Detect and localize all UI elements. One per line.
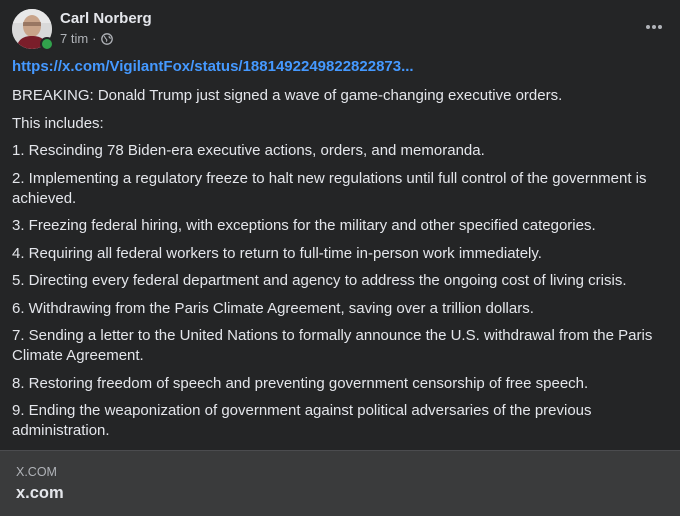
- list-item: 2. Implementing a regulatory freeze to h…: [12, 169, 647, 207]
- list-item: 3. Freezing federal hiring, with excepti…: [12, 217, 596, 234]
- post-paragraph: BREAKING: Donald Trump just signed a wav…: [12, 87, 563, 104]
- link-card-domain: X.COM: [16, 465, 57, 479]
- post-link[interactable]: https://x.com/VigilantFox/status/1881492…: [12, 57, 657, 77]
- globe-icon[interactable]: [100, 32, 113, 45]
- post-paragraph: This includes:: [12, 114, 104, 132]
- meta-separator: ·: [92, 31, 97, 46]
- list-item: 8. Restoring freedom of speech and preve…: [12, 374, 589, 392]
- link-card-title: x.com: [16, 484, 64, 502]
- list-item: 5. Directing every federal department an…: [12, 272, 627, 289]
- post-timestamp[interactable]: 7 tim: [60, 31, 88, 46]
- post-body: https://x.com/VigilantFox/status/1881492…: [12, 57, 657, 449]
- feed-post: Carl Norberg 7 tim · https://x.com/Vigil…: [0, 0, 680, 516]
- list-item: 6. Withdrawing from the Paris Climate Ag…: [12, 299, 534, 317]
- post-header: Carl Norberg 7 tim ·: [12, 9, 668, 51]
- list-item: 9. Ending the weaponization of governmen…: [12, 402, 592, 439]
- link-preview-card[interactable]: X.COM x.com: [0, 450, 680, 516]
- author-name[interactable]: Carl Norberg: [60, 10, 152, 27]
- more-options-button[interactable]: [640, 13, 668, 41]
- list-item: 4. Requiring all federal workers to retu…: [12, 244, 542, 262]
- online-status-indicator: [40, 37, 54, 51]
- post-meta: 7 tim ·: [60, 31, 113, 46]
- list-item: 7. Sending a letter to the United Nation…: [12, 327, 653, 364]
- more-horizontal-icon: [646, 25, 662, 29]
- list-item: 1. Rescinding 78 Biden-era executive act…: [12, 142, 485, 159]
